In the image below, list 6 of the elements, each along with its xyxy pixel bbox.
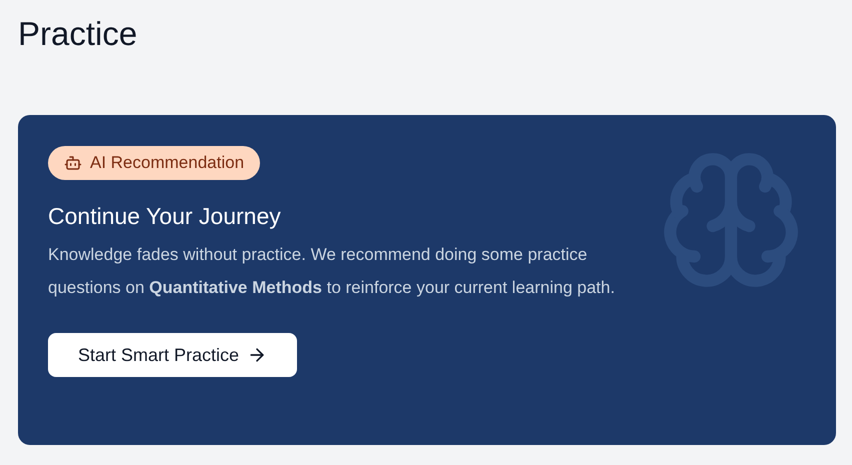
badge-label: AI Recommendation <box>90 152 244 174</box>
robot-icon <box>64 154 82 172</box>
card-heading: Continue Your Journey <box>48 202 281 231</box>
page-title: Practice <box>18 14 138 54</box>
card-description: Knowledge fades without practice. We recommend doing some practice questions on Quantitative Methods to reinforce your current learning path. <box>48 244 616 299</box>
start-practice-button[interactable]: Start Smart Practice <box>48 333 298 377</box>
